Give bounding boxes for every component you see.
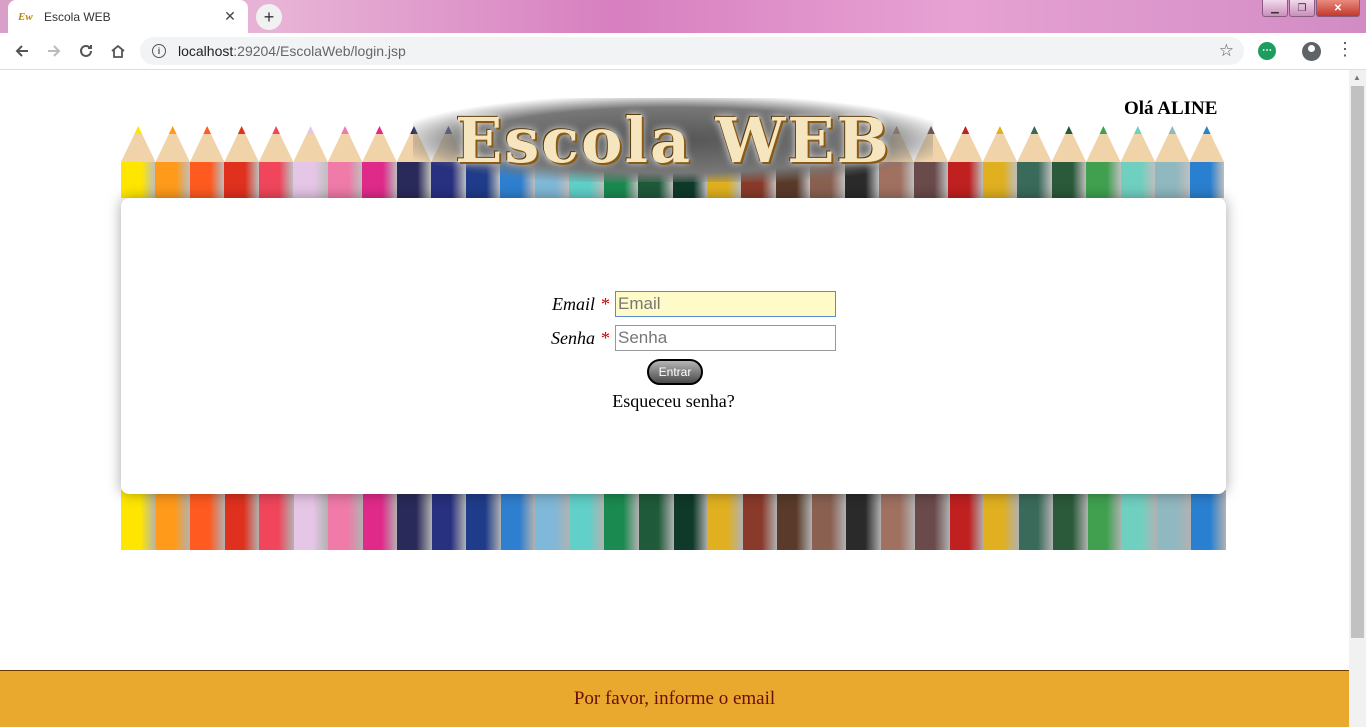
pencil-segment: [535, 490, 570, 550]
pencil-segment: [846, 490, 881, 550]
browser-toolbar: i localhost:29204/EscolaWeb/login.jsp ☆ …: [0, 33, 1366, 70]
pencil-segment: [397, 490, 432, 550]
senha-required-mark: *: [601, 327, 610, 348]
pencil-decoration: [1086, 126, 1121, 198]
scroll-up-icon[interactable]: ▲: [1353, 73, 1361, 82]
tab-favicon-icon: Ew: [18, 10, 33, 23]
email-label: Email: [552, 293, 595, 314]
entrar-button[interactable]: Entrar: [647, 359, 703, 385]
pencil-decoration: [327, 126, 363, 198]
pencil-decoration: [1120, 126, 1156, 198]
senha-row: Senha *: [533, 325, 836, 351]
pencil-decoration: [948, 126, 983, 198]
pencil-segment: [984, 490, 1019, 550]
page-viewport: Escola WEB Olá ALINE Email * Senha * Ent…: [0, 70, 1349, 727]
reload-icon[interactable]: [70, 35, 102, 67]
validation-message: Por favor, informe o email: [573, 688, 776, 709]
pencil-segment: [466, 490, 501, 550]
senha-label: Senha: [551, 327, 595, 348]
pencil-decoration: [1155, 126, 1190, 198]
pencil-segment: [121, 490, 156, 550]
pencil-segment: [1053, 490, 1088, 550]
header-banner: Escola WEB: [121, 96, 1224, 198]
forgot-password-link: Esqueceu senha?: [121, 391, 1226, 412]
pencil-segment: [1156, 490, 1192, 550]
pencil-segment: [362, 490, 398, 550]
extension-icon[interactable]: ⋯: [1258, 42, 1276, 60]
pencil-segment: [328, 490, 363, 550]
url-path: :29204/EscolaWeb/login.jsp: [233, 43, 406, 59]
user-greeting: Olá ALINE: [1124, 98, 1218, 119]
pencil-segment: [1122, 490, 1157, 550]
pencil-decoration: [258, 126, 294, 198]
pencil-segment: [949, 490, 985, 550]
logo-text: Escola WEB: [455, 103, 891, 177]
forgot-password-text[interactable]: Esqueceu senha?: [612, 391, 734, 411]
site-info-icon[interactable]: i: [152, 44, 166, 58]
tab-title: Escola WEB: [44, 9, 111, 24]
profile-avatar-icon[interactable]: [1302, 42, 1321, 61]
restore-icon[interactable]: ❐: [1289, 0, 1315, 17]
home-icon[interactable]: [102, 35, 134, 67]
email-row: Email *: [533, 291, 836, 317]
minimize-icon[interactable]: ▁: [1262, 0, 1288, 17]
bookmark-star-icon[interactable]: ☆: [1219, 41, 1234, 61]
login-card: Email * Senha * Entrar Esqueceu senha?: [121, 198, 1226, 494]
pencil-decoration: [224, 126, 259, 198]
new-tab-icon[interactable]: +: [256, 4, 282, 30]
email-required-mark: *: [601, 293, 610, 314]
footer-bar: Por favor, informe o email: [0, 670, 1349, 727]
pencil-segment: [811, 490, 847, 550]
close-window-icon[interactable]: ✕: [1316, 0, 1360, 17]
url-host: localhost: [178, 43, 234, 59]
pencil-segment: [569, 490, 605, 550]
pencil-decoration: [1017, 126, 1052, 198]
pencil-decoration: [293, 126, 328, 198]
pencil-segment: [880, 490, 916, 550]
pencil-decoration: [121, 126, 156, 198]
pencil-segment: [259, 490, 294, 550]
pencil-segment: [1191, 490, 1226, 550]
pencil-segment: [431, 490, 467, 550]
window-controls: ▁ ❐ ✕: [1262, 0, 1360, 17]
pencil-segment: [1018, 490, 1054, 550]
back-icon[interactable]: [6, 35, 38, 67]
forward-icon[interactable]: [38, 35, 70, 67]
pencil-segment: [1087, 490, 1123, 550]
window-titlebar: Ew Escola WEB ✕ + ▁ ❐ ✕: [0, 0, 1366, 33]
pencil-decoration: [1189, 126, 1224, 198]
site-logo: Escola WEB: [413, 98, 933, 182]
browser-menu-icon[interactable]: ⋮: [1336, 40, 1354, 58]
pencil-segment: [190, 490, 225, 550]
pencil-segment: [915, 490, 950, 550]
pencil-segment: [777, 490, 812, 550]
pencil-decoration: [189, 126, 225, 198]
pencil-segment: [293, 490, 329, 550]
address-bar[interactable]: i localhost:29204/EscolaWeb/login.jsp ☆: [140, 37, 1244, 65]
browser-tab[interactable]: Ew Escola WEB ✕: [8, 0, 248, 33]
pencil-decoration: [982, 126, 1018, 198]
pencil-segment: [155, 490, 191, 550]
pencil-segment: [638, 490, 674, 550]
url-text: localhost:29204/EscolaWeb/login.jsp: [178, 43, 406, 59]
pencil-segment: [673, 490, 709, 550]
pencil-decoration: [362, 126, 397, 198]
pencil-segment: [224, 490, 260, 550]
scroll-thumb[interactable]: [1351, 86, 1364, 638]
email-field[interactable]: [615, 291, 836, 317]
vertical-scrollbar[interactable]: ▲: [1349, 70, 1366, 727]
tab-close-icon[interactable]: ✕: [222, 8, 238, 25]
pencil-strip-bottom: [121, 490, 1226, 550]
pencil-segment: [708, 490, 743, 550]
pencil-decoration: [155, 126, 190, 198]
pencil-segment: [500, 490, 536, 550]
pencil-segment: [742, 490, 778, 550]
senha-field[interactable]: [615, 325, 836, 351]
pencil-segment: [604, 490, 639, 550]
pencil-decoration: [1051, 126, 1087, 198]
